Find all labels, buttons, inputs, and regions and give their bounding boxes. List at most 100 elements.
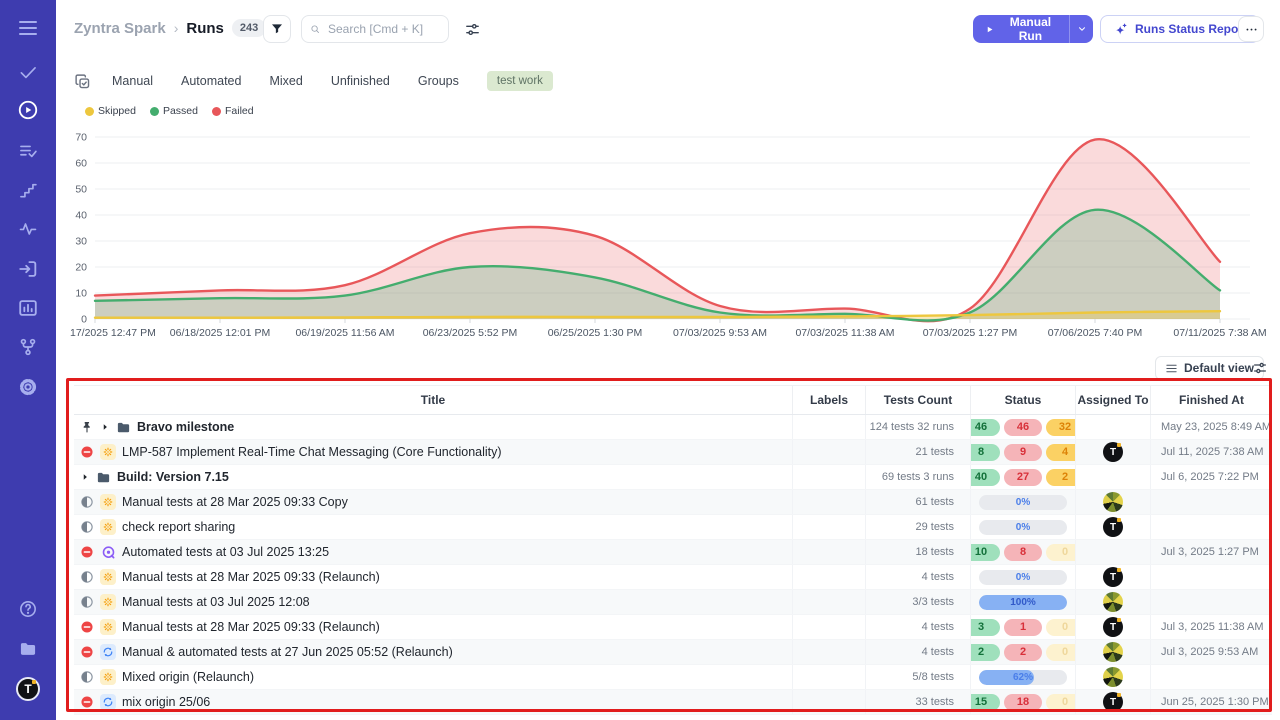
status-cell: 0% [971,490,1076,514]
run-title[interactable]: Manual tests at 28 Mar 2025 09:33 Copy [122,495,348,509]
tab-manual[interactable]: Manual [112,74,153,88]
assigned-to-cell: T [1076,440,1151,464]
run-title[interactable]: Build: Version 7.15 [117,470,229,484]
sidebar-steps-icon[interactable] [18,180,38,200]
labels-cell [793,440,866,464]
finished-at-cell: Jul 3, 2025 11:38 AM [1151,615,1272,639]
assignee-avatar: T [1103,517,1123,537]
search-box[interactable] [301,15,449,43]
sidebar-settings-icon[interactable] [18,377,38,397]
tests-count-cell: 61 tests [866,490,971,514]
assigned-to-cell: T [1076,690,1151,714]
manual-run-button[interactable]: Manual Run [973,15,1093,43]
table-row[interactable]: Build: Version 7.1569 tests 3 runs40272J… [74,465,1272,490]
run-title[interactable]: Manual tests at 28 Mar 2025 09:33 (Relau… [122,620,380,634]
sidebar-user-avatar[interactable]: T [16,677,40,701]
skipped-count-badge: 2 [1046,469,1076,486]
tab-automated[interactable]: Automated [181,74,241,88]
failed-count-badge: 8 [1004,544,1042,561]
sidebar-check-icon[interactable] [18,62,38,82]
assigned-to-cell [1076,540,1151,564]
table-row[interactable]: Manual tests at 28 Mar 2025 09:33 Copy 61… [74,490,1272,515]
search-input[interactable] [326,21,440,37]
table-settings-icon[interactable] [1252,360,1268,376]
labels-cell [793,415,866,439]
display-settings-icon[interactable] [464,21,481,38]
column-header-labels: Labels [793,386,866,414]
table-row[interactable]: Manual tests at 28 Mar 2025 09:33 (Relau… [74,565,1272,590]
sidebar-git-fork-icon[interactable] [18,337,38,357]
expand-chevron-icon[interactable] [80,472,90,482]
manual-run-icon [100,619,116,635]
expand-chevron-icon[interactable] [100,422,110,432]
table-row[interactable]: check report sharing29 tests0%T [74,515,1272,540]
sidebar-menu-icon[interactable] [16,16,40,40]
progress-bar: 100% [979,595,1067,610]
runs-count-badge: 243 [232,19,266,37]
run-title[interactable]: Manual tests at 28 Mar 2025 09:33 (Relau… [122,570,380,584]
assigned-to-cell [1076,465,1151,489]
tests-count-cell: 4 tests [866,565,971,589]
run-title-cell: Mixed origin (Relaunch) [74,665,793,689]
sidebar-import-icon[interactable] [17,258,39,280]
finished-at-cell: Jul 3, 2025 1:27 PM [1151,540,1272,564]
tag-test-work[interactable]: test work [487,71,553,91]
manual-run-dropdown[interactable] [1069,15,1093,43]
run-title[interactable]: mix origin 25/06 [122,695,210,709]
finished-at-cell: May 23, 2025 8:49 AM [1151,415,1272,439]
tab-unfinished[interactable]: Unfinished [331,74,390,88]
pin-icon [80,420,94,434]
run-filter-tabs: Manual Automated Mixed Unfinished Groups test… [74,69,553,93]
run-title[interactable]: Mixed origin (Relaunch) [122,670,254,684]
table-row[interactable]: Manual tests at 28 Mar 2025 09:33 (Relau… [74,615,1272,640]
runs-table: TitleLabelsTests CountStatusAssigned ToF… [74,385,1272,715]
in-progress-state-icon [80,570,94,584]
sidebar-help-icon[interactable] [18,599,38,619]
run-title-cell: Manual tests at 28 Mar 2025 09:33 Copy [74,490,793,514]
more-actions-button[interactable] [1238,16,1264,42]
tab-groups[interactable]: Groups [418,74,459,88]
progress-percent: 0% [979,495,1067,510]
run-title[interactable]: Manual tests at 03 Jul 2025 12:08 [122,595,310,609]
in-progress-state-icon [80,495,94,509]
status-cell: 40272 [971,465,1076,489]
table-row[interactable]: mix origin 25/0633 tests15180TJun 25, 20… [74,690,1272,715]
table-header-row: TitleLabelsTests CountStatusAssigned ToF… [74,385,1272,415]
legend-item-passed[interactable]: Passed [150,105,198,117]
breadcrumb-project[interactable]: Zyntra Spark [74,20,166,37]
in-progress-state-icon [80,595,94,609]
sidebar-bar-chart-icon[interactable] [17,297,39,319]
sidebar-projects-icon[interactable] [18,639,38,659]
legend-item-skipped[interactable]: Skipped [85,105,136,117]
runs-status-report-button[interactable]: Runs Status Report [1100,15,1260,43]
filter-button[interactable] [263,15,291,43]
run-title[interactable]: check report sharing [122,520,235,534]
tab-mixed[interactable]: Mixed [269,74,302,88]
svg-text:07/11/2025 7:38 AM: 07/11/2025 7:38 AM [1173,327,1266,339]
select-runs-icon[interactable] [74,73,91,90]
assigned-to-cell [1076,665,1151,689]
sidebar-list-check-icon[interactable] [18,141,38,161]
passed-count-badge: 2 [971,644,1000,661]
run-title[interactable]: Manual & automated tests at 27 Jun 2025 … [122,645,453,659]
sidebar-play-circle-icon[interactable] [17,99,39,121]
sparkles-icon [1113,22,1128,37]
run-title[interactable]: Automated tests at 03 Jul 2025 13:25 [122,545,329,559]
default-view-button[interactable]: Default view [1155,356,1264,380]
table-row[interactable]: Manual tests at 03 Jul 2025 12:083/3 tes… [74,590,1272,615]
labels-cell [793,565,866,589]
run-title[interactable]: LMP-587 Implement Real-Time Chat Messagi… [122,445,502,459]
legend-item-failed[interactable]: Failed [212,105,254,117]
table-row[interactable]: Manual & automated tests at 27 Jun 2025 … [74,640,1272,665]
table-row[interactable]: Mixed origin (Relaunch)5/8 tests62% [74,665,1272,690]
status-badges: 310 [971,619,1076,636]
table-row[interactable]: Bravo milestone124 tests 32 runs464632Ma… [74,415,1272,440]
run-title[interactable]: Bravo milestone [137,420,234,434]
play-icon [985,24,994,35]
table-row[interactable]: Automated tests at 03 Jul 2025 13:2518 t… [74,540,1272,565]
table-row[interactable]: LMP-587 Implement Real-Time Chat Messagi… [74,440,1272,465]
legend-dot-icon [150,107,159,116]
runs-trend-chart: 01020304050607017/2025 12:47 PM06/18/202… [60,128,1276,343]
status-cell: 220 [971,640,1076,664]
sidebar-activity-icon[interactable] [18,219,38,239]
